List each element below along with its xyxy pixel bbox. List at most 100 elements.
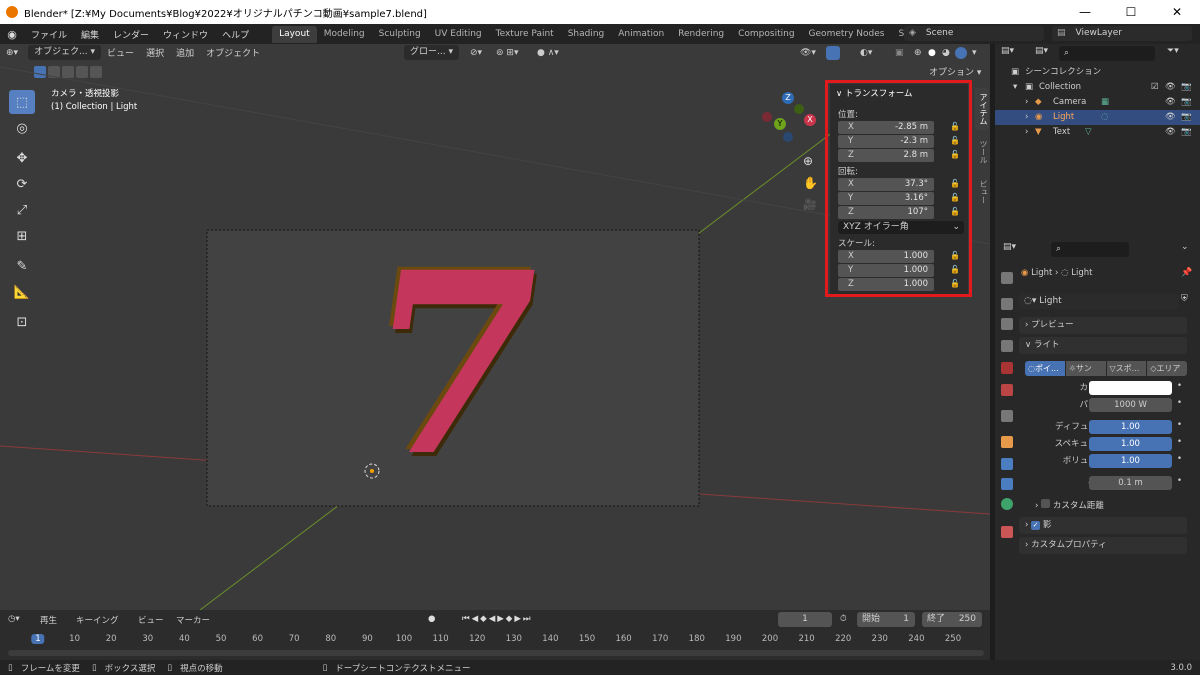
workspace-tab-texture-paint[interactable]: Texture Paint — [489, 26, 561, 43]
frame-ruler[interactable]: 1 10 20 30 40 50 60 70 80 90 100 110 120 130 140 150 160… — [0, 632, 990, 648]
output-properties-icon[interactable] — [1001, 318, 1013, 330]
tool-cursor[interactable]: ◎ — [9, 116, 35, 140]
constraint-properties-icon[interactable] — [1001, 478, 1013, 490]
tool-properties-icon[interactable] — [1001, 272, 1013, 284]
workspace-tab-sculpting[interactable]: Sculpting — [372, 26, 428, 43]
menu-file[interactable]: ファイル — [24, 28, 74, 41]
checkbox-icon[interactable]: ☑ — [1151, 80, 1159, 95]
menu-window[interactable]: ウィンドウ — [156, 28, 215, 41]
volume-field[interactable]: 1.00 — [1089, 454, 1172, 468]
scene-selector[interactable]: ◈ Scene — [904, 26, 1044, 41]
render-properties-icon[interactable] — [1001, 298, 1013, 310]
workspace-tab-layout[interactable]: Layout — [272, 25, 317, 43]
camera-icon[interactable]: 📷 — [1181, 95, 1192, 110]
menu-timeline-view[interactable]: ビュー — [138, 614, 164, 626]
workspace-tab-animation[interactable]: Animation — [611, 26, 671, 43]
eye-icon[interactable]: 👁 — [1165, 125, 1176, 140]
color-swatch[interactable] — [1089, 381, 1172, 395]
outliner-search-input[interactable]: ⌕ — [1059, 46, 1155, 61]
camera-icon[interactable]: 📷 — [1181, 110, 1192, 125]
gizmo-neg-y-icon[interactable] — [794, 104, 804, 114]
stopwatch-icon[interactable]: ⏱ — [840, 614, 847, 624]
tool-annotate[interactable]: ✎ — [9, 254, 35, 278]
sidebar-tab-view[interactable]: ビュー — [975, 174, 989, 210]
close-button[interactable]: ✕ — [1154, 0, 1200, 24]
current-frame-field[interactable]: 1 — [778, 612, 832, 627]
camera-icon[interactable]: 📷 — [1181, 80, 1192, 95]
section-light[interactable]: ∨ ライト — [1019, 337, 1187, 354]
sidebar-tab-item[interactable]: アイテム — [975, 88, 989, 130]
workspace-tab-shading[interactable]: Shading — [561, 26, 612, 43]
menu-marker[interactable]: マーカー — [176, 614, 210, 626]
outliner-display-icon[interactable]: ▤▾ — [1035, 46, 1048, 56]
maximize-button[interactable]: ☐ — [1108, 0, 1154, 24]
eye-icon[interactable]: 👁 — [1165, 110, 1176, 125]
tool-rotate[interactable]: ⟳ — [9, 172, 35, 196]
blender-menu-icon[interactable]: ◉ — [0, 28, 24, 41]
chevron-down-icon[interactable]: ⌄ — [1181, 242, 1189, 252]
light-type-sun-button[interactable]: ☼サン — [1065, 361, 1106, 376]
zoom-icon[interactable]: ⊕ — [803, 154, 813, 168]
outliner-text[interactable]: › ▼ Text ▽ 👁 📷 — [995, 125, 1200, 140]
collection-properties-icon[interactable] — [1001, 410, 1013, 422]
gizmo-x-icon[interactable]: X — [804, 114, 816, 126]
texture-properties-icon[interactable] — [1001, 526, 1013, 538]
outliner-light[interactable]: › ◉ Light ◌ 👁 📷 — [995, 110, 1200, 125]
tool-add-cube[interactable]: ⊡ — [9, 310, 35, 334]
diffuse-field[interactable]: 1.00 — [1089, 420, 1172, 434]
expand-icon[interactable]: ▾ — [1013, 80, 1017, 95]
pin-icon[interactable]: 📌 — [1181, 268, 1192, 278]
physics-properties-icon[interactable] — [1001, 458, 1013, 470]
outliner-collection[interactable]: ▾ ▣ Collection ☑ 👁 📷 — [995, 80, 1200, 95]
workspace-tab-uv-editing[interactable]: UV Editing — [428, 26, 489, 43]
camera-icon[interactable]: 📷 — [1181, 125, 1192, 140]
gizmo-neg-x-icon[interactable] — [762, 112, 772, 122]
expand-icon[interactable]: › — [1025, 125, 1028, 140]
keyframe-dot-icon[interactable]: • — [1177, 454, 1182, 464]
fake-user-shield-icon[interactable]: ⛨ — [1181, 294, 1188, 304]
scene-properties-icon[interactable] — [1001, 362, 1013, 374]
workspace-tab-geometry-nodes[interactable]: Geometry Nodes — [802, 26, 892, 43]
tool-scale[interactable]: ⤢ — [9, 198, 35, 222]
outliner-scene-collection[interactable]: ▣ シーンコレクション — [995, 65, 1200, 80]
tool-measure[interactable]: 📐 — [9, 280, 35, 304]
minimize-button[interactable]: — — [1062, 0, 1108, 24]
timeline-scrollbar[interactable] — [8, 650, 984, 656]
viewlayer-selector[interactable]: ▤ ViewLayer — [1052, 26, 1192, 41]
eye-icon[interactable]: 👁 — [1165, 95, 1176, 110]
expand-icon[interactable]: › — [1025, 95, 1028, 110]
power-field[interactable]: 1000 W — [1089, 398, 1172, 412]
tool-move[interactable]: ✥ — [9, 146, 35, 170]
outliner-editor-icon[interactable]: ▤▾ — [1001, 46, 1014, 56]
light-type-area-button[interactable]: ◇エリア — [1147, 361, 1187, 376]
start-frame-field[interactable]: 開始 1 — [857, 612, 915, 627]
gizmo-y-icon[interactable]: Y — [774, 118, 786, 130]
properties-search-input[interactable]: ⌕ — [1051, 242, 1129, 257]
menu-playback[interactable]: 再生 — [40, 614, 57, 626]
timeline-editor-icon[interactable]: ◷▾ — [8, 614, 20, 624]
light-type-spot-button[interactable]: ▽スポ... — [1106, 361, 1147, 376]
sidebar-tab-tool[interactable]: ツール — [975, 134, 989, 170]
custom-distance-subpanel[interactable]: › カスタム距離 — [1035, 499, 1104, 511]
light-type-point-button[interactable]: ◌ポイ... — [1025, 361, 1065, 376]
playback-controls[interactable]: ⏮◀◆◀▶◆▶⏭ — [462, 614, 533, 624]
light-datablock-field[interactable]: ◌▾ Light — [1019, 294, 1179, 309]
menu-render[interactable]: レンダー — [106, 28, 156, 41]
tool-transform[interactable]: ⊞ — [9, 224, 35, 248]
expand-icon[interactable]: › — [1025, 110, 1028, 125]
eye-icon[interactable]: 👁 — [1165, 80, 1176, 95]
custom-distance-checkbox[interactable] — [1041, 499, 1051, 508]
filter-icon[interactable]: ⏷▾ — [1167, 46, 1179, 56]
object-properties-icon[interactable] — [1001, 436, 1013, 448]
workspace-tab-modeling[interactable]: Modeling — [317, 26, 372, 43]
section-custom-properties[interactable]: › カスタムプロパティ — [1019, 537, 1187, 554]
keyframe-dot-icon[interactable]: • — [1177, 420, 1182, 430]
menu-help[interactable]: ヘルプ — [215, 28, 256, 41]
workspace-tab-rendering[interactable]: Rendering — [671, 26, 731, 43]
gizmo-z-icon[interactable]: Z — [782, 92, 794, 104]
navigation-gizmo[interactable]: Z Y X — [760, 92, 820, 152]
view-layer-properties-icon[interactable] — [1001, 340, 1013, 352]
shadow-checkbox-icon[interactable]: ✓ — [1031, 521, 1041, 530]
section-shadow[interactable]: › ✓ 影 — [1019, 517, 1187, 534]
keyframe-dot-icon[interactable]: • — [1177, 476, 1182, 486]
